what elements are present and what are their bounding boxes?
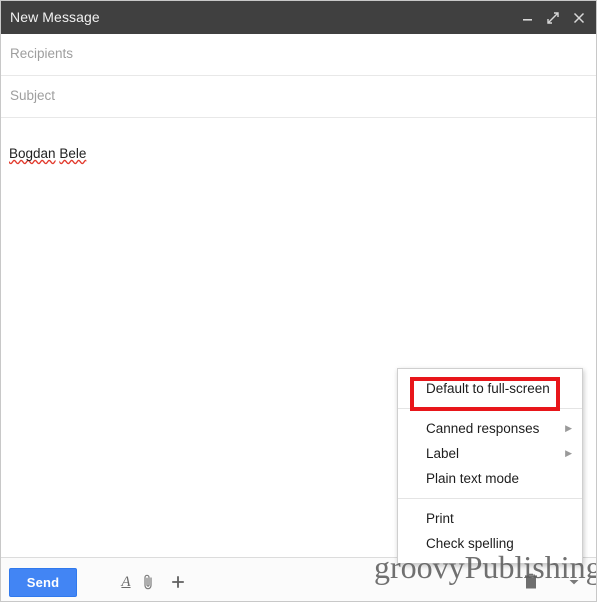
misspelled-word-second: Bele [59,146,87,161]
message-body-text: Bogdan Bele [9,145,86,163]
subject-placeholder: Subject [10,88,56,103]
menu-separator-top [398,408,582,409]
menu-item-check-spelling[interactable]: Check spelling [398,531,582,556]
trash-icon[interactable] [522,570,540,594]
window-titlebar: New Message [1,1,596,34]
more-options-menu: Default to full-screen Canned responses … [397,368,583,564]
menu-item-label: Label [426,446,460,461]
plus-icon[interactable] [169,570,187,594]
menu-item-label[interactable]: Label ▶ [398,441,582,466]
menu-item-label: Canned responses [426,421,540,436]
menu-item-label: Default to full-screen [426,381,550,396]
close-icon[interactable] [566,1,592,34]
chevron-right-icon: ▶ [565,448,572,458]
chevron-right-icon: ▶ [565,423,572,433]
recipients-field[interactable]: Recipients [1,34,596,76]
menu-item-print[interactable]: Print [398,506,582,531]
menu-item-label: Print [426,511,454,526]
menu-item-label: Check spelling [426,536,514,551]
paperclip-icon[interactable] [139,570,157,594]
menu-item-label: Plain text mode [426,471,520,486]
window-title: New Message [10,9,100,25]
minimize-icon[interactable] [514,1,540,34]
menu-item-default-to-full-screen[interactable]: Default to full-screen [398,376,582,401]
menu-separator-bottom [398,498,582,499]
compose-window: New Message Recipients Subject Bogdan Be [0,0,597,602]
send-button[interactable]: Send [9,568,77,597]
chevron-down-icon[interactable] [566,570,582,594]
menu-item-plain-text-mode[interactable]: Plain text mode [398,466,582,491]
subject-field[interactable]: Subject [1,76,596,118]
misspelled-word-first: Bogdan [9,146,56,161]
fullscreen-icon[interactable] [540,1,566,34]
format-text-icon[interactable]: A [116,570,136,594]
menu-item-canned-responses[interactable]: Canned responses ▶ [398,416,582,441]
recipients-placeholder: Recipients [10,46,74,61]
